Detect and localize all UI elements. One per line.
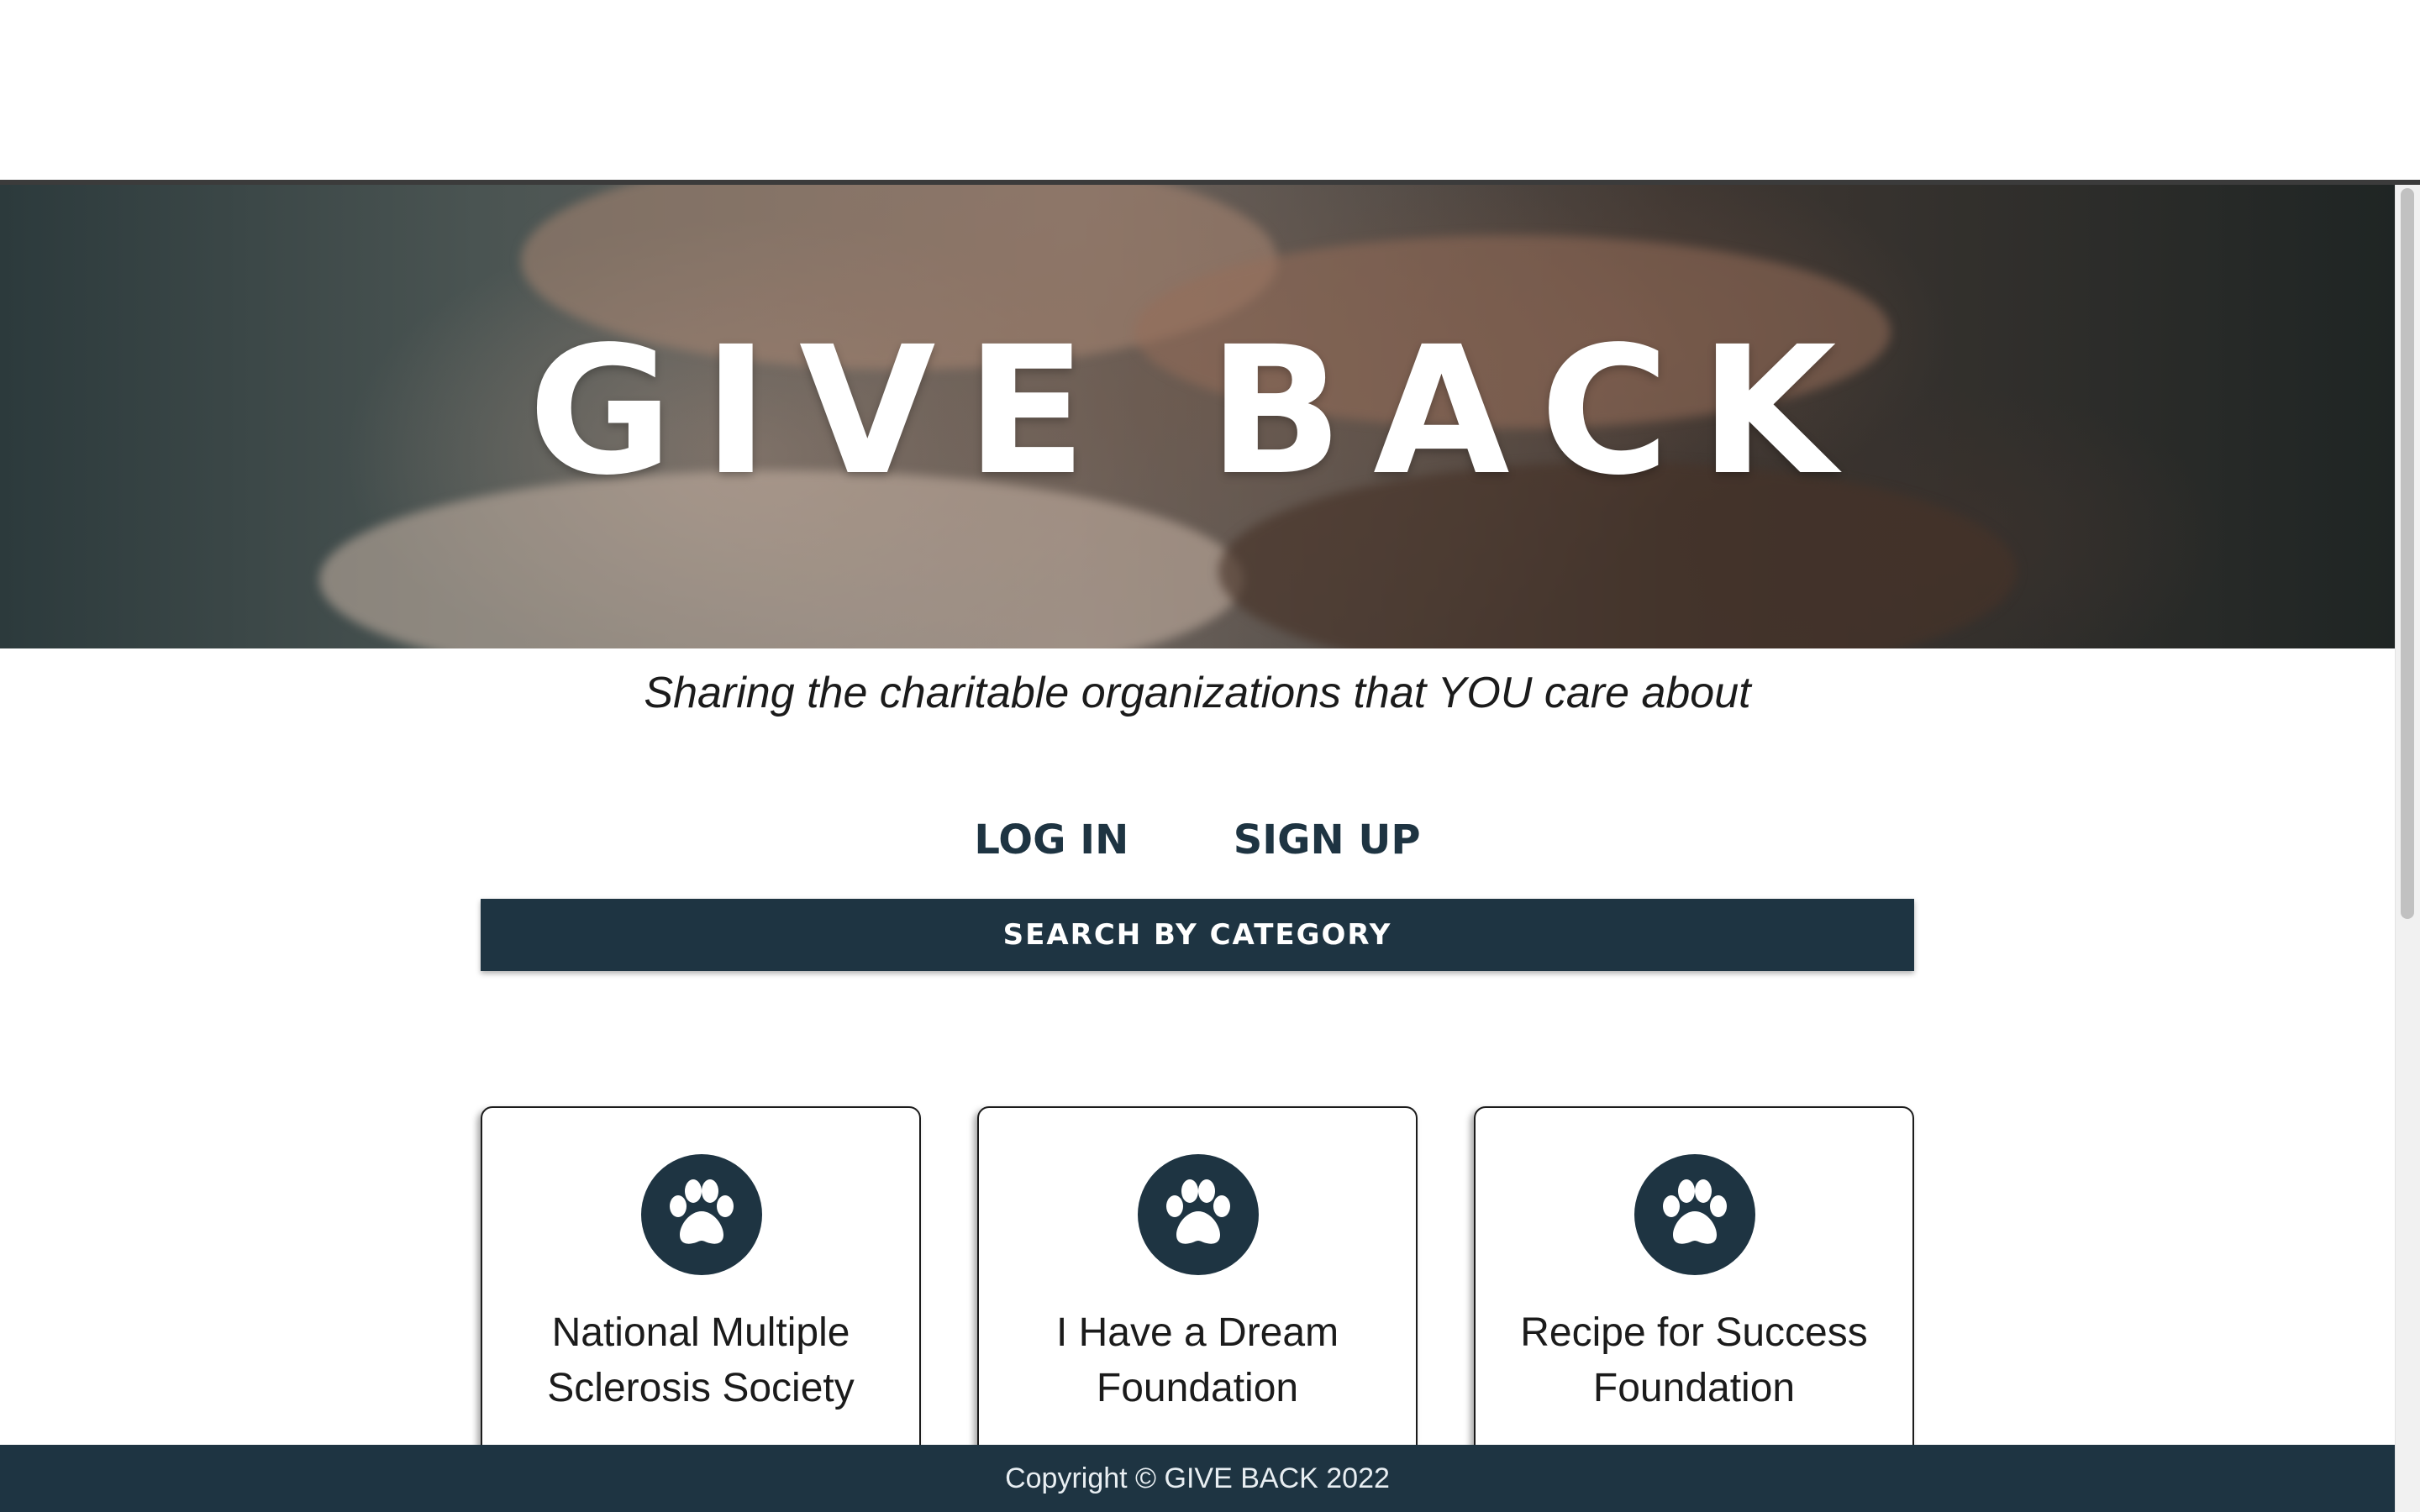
organization-name-line: Recipe for Success [1520, 1310, 1868, 1355]
organization-name: Recipe for Success Foundation [1492, 1305, 1896, 1416]
tagline: Sharing the charitable organizations tha… [644, 669, 1751, 717]
organization-name-line: Foundation [1096, 1366, 1299, 1410]
search-by-category-button[interactable]: SEARCH BY CATEGORY [481, 899, 1914, 971]
hero-title: GIVE BACK [528, 308, 1867, 514]
organization-card[interactable]: Recipe for Success Foundation [1474, 1106, 1914, 1459]
organization-name-line: National Multiple [551, 1310, 850, 1355]
auth-links: LOG IN SIGN UP [0, 806, 2395, 884]
paw-icon [641, 1154, 762, 1275]
organization-card[interactable]: I Have a Dream Foundation [977, 1106, 1418, 1459]
organization-cards: National Multiple Sclerosis Society I Ha… [481, 1106, 1914, 1459]
organization-card[interactable]: National Multiple Sclerosis Society [481, 1106, 921, 1459]
vertical-scrollbar[interactable] [2395, 185, 2420, 1512]
browser-top-area [0, 0, 2420, 180]
hero-banner: GIVE BACK [0, 185, 2395, 648]
copyright-text: Copyright © GIVE BACK 2022 [1005, 1462, 1390, 1494]
paw-icon [1138, 1154, 1259, 1275]
login-link[interactable]: LOG IN [974, 806, 1128, 874]
footer: Copyright © GIVE BACK 2022 [0, 1445, 2395, 1512]
signup-link[interactable]: SIGN UP [1234, 806, 1421, 874]
organization-name: I Have a Dream Foundation [996, 1305, 1399, 1416]
organization-name-line: Foundation [1592, 1366, 1796, 1410]
page-viewport: GIVE BACK Sharing the charitable organiz… [0, 185, 2395, 1512]
scrollbar-thumb[interactable] [2401, 188, 2414, 919]
organization-name: National Multiple Sclerosis Society [499, 1305, 902, 1416]
organization-name-line: I Have a Dream [1055, 1310, 1339, 1355]
paw-icon [1634, 1154, 1755, 1275]
organization-name-line: Sclerosis Society [547, 1366, 855, 1410]
